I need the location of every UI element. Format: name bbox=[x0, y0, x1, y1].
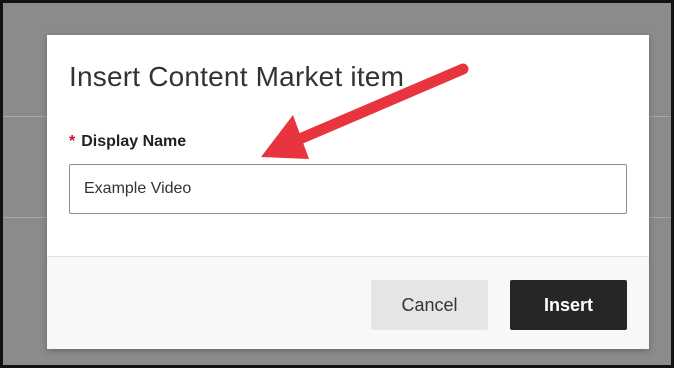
cancel-button[interactable]: Cancel bbox=[371, 280, 488, 330]
display-name-input[interactable] bbox=[69, 164, 627, 214]
screenshot-frame: Insert Content Market item * Display Name… bbox=[0, 0, 674, 368]
insert-button[interactable]: Insert bbox=[510, 280, 627, 330]
display-name-label-text: Display Name bbox=[81, 133, 187, 150]
dialog-footer: Cancel Insert bbox=[47, 256, 649, 349]
insert-content-dialog: Insert Content Market item * Display Name… bbox=[47, 35, 649, 349]
dialog-title: Insert Content Market item bbox=[69, 61, 405, 92]
display-name-label: * Display Name bbox=[69, 133, 186, 151]
required-marker: * bbox=[69, 133, 76, 150]
